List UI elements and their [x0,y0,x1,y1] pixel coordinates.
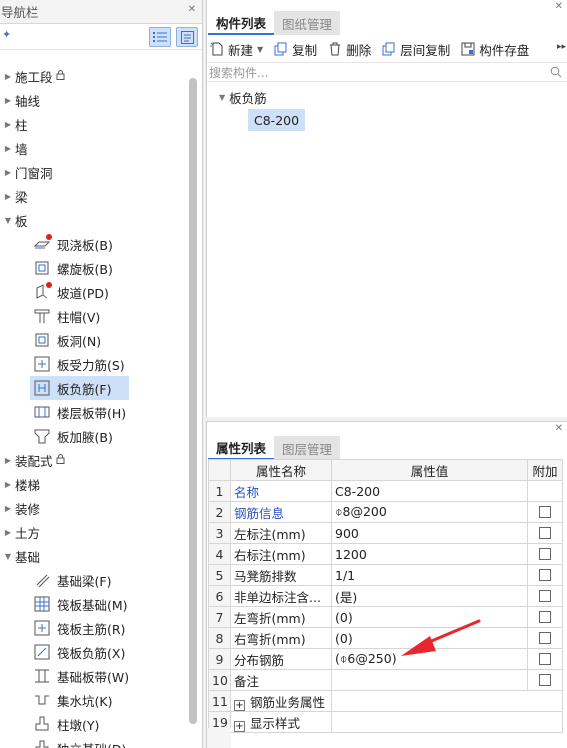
annotation-arrow-icon [401,619,481,656]
app-root: 导航栏 ✕ ✦ ▶ 施工段 ▶ 轴线 ▶ 柱 ▶ 墙 ▶ 门窗洞 ▶ 梁 ▼ 板现浇板(B) 螺旋板(B) 坡… [0,0,567,748]
